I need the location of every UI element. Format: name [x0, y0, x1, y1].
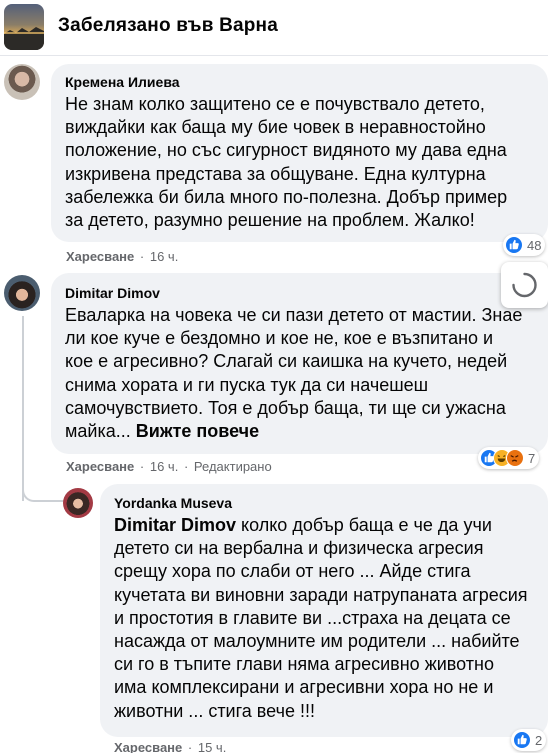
reaction-summary[interactable]: 2	[511, 729, 547, 751]
comment-line: срещу хора по слаби от него ... Айде сти…	[114, 561, 471, 582]
comment-author[interactable]: Dimitar Dimov	[65, 285, 160, 301]
avatar[interactable]	[63, 488, 93, 518]
comment-text: Не знам колко защитено се е почувствало …	[65, 93, 507, 232]
comment-line: животни ... стига вече !!!	[114, 700, 315, 721]
like-button[interactable]: Харесване	[114, 740, 182, 753]
comment-line: майка...	[65, 421, 131, 442]
reaction-count: 2	[535, 732, 543, 748]
comment-line: Еваларка на човека че си пази детето от …	[65, 305, 523, 325]
comment-line: си го в тъпите глави няма агресивно живо…	[114, 654, 494, 675]
group-header: Забелязано във Варна	[0, 0, 548, 56]
comment-text: Dimitar Dimov колко добър баща е че да у…	[114, 514, 528, 723]
comment-line: ли кое куче е бездомно и кое не, кое е в…	[65, 328, 494, 349]
loading-spinner-icon	[501, 262, 548, 308]
group-cover-icon[interactable]	[4, 4, 44, 50]
comment-meta: Харесване · 16 ч.	[66, 249, 179, 264]
comment-time[interactable]: 16 ч.	[150, 459, 178, 474]
edited-label: Редактирано	[193, 459, 272, 474]
see-more-link[interactable]: Вижте повече	[136, 421, 259, 441]
comment-line: положение, но със сигурност видяното му …	[65, 140, 507, 161]
comment-time[interactable]: 16 ч.	[150, 249, 178, 264]
comment-line: забележка би била много по-полезна. Добъ…	[65, 186, 508, 207]
comment-line: насажда от малоумните им родители ... на…	[114, 631, 520, 652]
comment-meta: Харесване · 16 ч. · Редактирано	[66, 459, 272, 474]
comment-line: виждайки как баща му бие човек в неравно…	[65, 117, 486, 138]
comment-line: кое е агресивно? Слагай си каишка на куч…	[65, 351, 508, 372]
comment-line: изкривена представа за общуване. Една ку…	[65, 163, 486, 184]
angry-reaction-icon	[506, 449, 524, 467]
comment-line: колко добър баща е че да учи	[236, 515, 492, 535]
comment-author[interactable]: Кремена Илиева	[65, 74, 180, 90]
reaction-count: 7	[528, 450, 536, 466]
comment-line: снима хората и ги пуска тук да си начеше…	[65, 374, 429, 395]
avatar[interactable]	[4, 64, 40, 100]
reaction-count: 48	[527, 237, 542, 253]
like-reaction-icon	[513, 731, 531, 749]
avatar[interactable]	[4, 275, 40, 311]
comment-author[interactable]: Yordanka Museva	[114, 495, 232, 511]
like-button[interactable]: Харесване	[66, 249, 134, 264]
like-reaction-icon	[505, 236, 523, 254]
group-title[interactable]: Забелязано във Варна	[58, 15, 278, 37]
comment-text: Еваларка на човека че си пази детето от …	[65, 304, 522, 443]
mention-link[interactable]: Dimitar Dimov	[114, 515, 236, 535]
like-button[interactable]: Харесване	[66, 459, 134, 474]
thread-connector	[22, 316, 24, 501]
comment-line: детето си на вербална и физическа агреси…	[114, 538, 484, 559]
comment-line: кучетата ви виновни заради натрупаната а…	[114, 584, 528, 605]
comment-line: за детето, разумно решение на проблем. Ж…	[65, 210, 475, 231]
comment-line: Не знам колко защитено се е почувствало …	[65, 94, 485, 114]
comment-line: и простотия в главите ви ...страха на де…	[114, 607, 511, 628]
reaction-summary[interactable]: 7	[478, 447, 540, 469]
comment-time[interactable]: 15 ч.	[198, 740, 226, 753]
comment-meta: Харесване · 15 ч.	[114, 740, 227, 753]
comment-line: има комплексирани и агресивни хора но не…	[114, 677, 494, 698]
comment-line: самочувствието. Тоя е добър баща, ти ще …	[65, 397, 506, 418]
reaction-summary[interactable]: 48	[503, 234, 546, 256]
